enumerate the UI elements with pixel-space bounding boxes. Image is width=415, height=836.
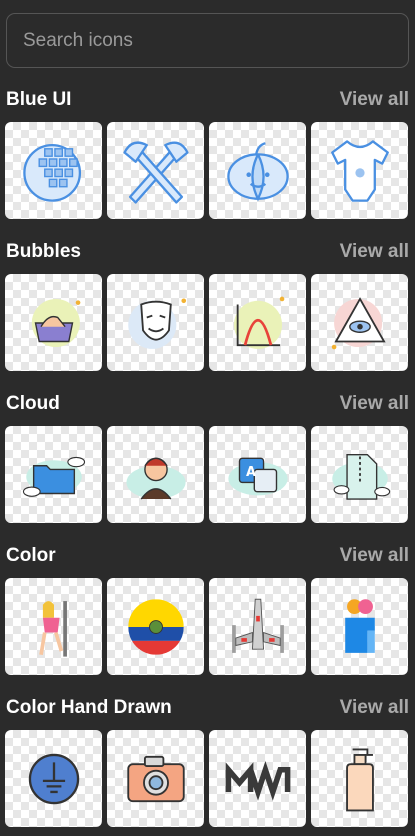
icon-tile[interactable] [5,274,102,371]
translate-cloud-icon: A [227,457,288,495]
section-title: Blue UI [6,89,72,110]
woman-avatar-cloud-icon [125,457,186,499]
svg-text:A: A [245,464,255,479]
view-all-link[interactable]: View all [340,241,409,263]
icon-tile[interactable] [311,730,408,827]
eye-pyramid-icon [331,296,386,349]
pumpkin-icon [226,141,289,201]
ecuador-flag-icon [127,598,184,655]
modern-warfare-logo-icon [225,760,290,801]
section-title: Cloud [6,393,60,414]
icon-tile[interactable] [5,122,102,219]
camera-icon [126,755,185,802]
icon-tile[interactable] [209,274,306,371]
icon-tile[interactable] [107,122,204,219]
anonymous-mask-icon [127,297,186,349]
view-all-link[interactable]: View all [340,545,409,567]
blockchain-globe-icon [22,143,81,202]
crossed-axes-icon [122,141,189,204]
baby-onesie-icon [330,139,389,202]
view-all-link[interactable]: View all [340,393,409,415]
bell-curve-chart-icon [233,296,284,349]
search-input[interactable] [23,29,408,52]
icon-tile[interactable] [311,426,408,523]
icon-tile[interactable] [5,578,102,675]
user-profile-icon [344,598,375,653]
icon-tile[interactable] [5,730,102,827]
icon-set-section: Color View all [0,541,415,681]
icon-tile[interactable] [209,578,306,675]
icon-tile[interactable] [107,426,204,523]
view-all-link[interactable]: View all [340,697,409,719]
icon-tile[interactable] [311,274,408,371]
pole-dancer-icon [38,600,67,657]
icon-tile[interactable] [311,122,408,219]
icon-tile[interactable] [311,578,408,675]
icon-set-section: Cloud View all A [0,389,415,529]
folder-cloud-icon [22,456,85,497]
icon-set-section: Blue UI View all [0,85,415,225]
hand-washing-icon [31,298,80,347]
x-wing-starfighter-icon [231,598,284,653]
icon-tile[interactable] [209,730,306,827]
icon-tile[interactable] [107,578,204,675]
icon-tile[interactable] [5,426,102,523]
icon-tile[interactable] [107,274,204,371]
icon-set-section: Bubbles View all [0,237,415,377]
section-title: Color [6,545,56,566]
icon-tile[interactable]: A [209,426,306,523]
lotion-bottle-icon [345,747,374,811]
section-title: Color Hand Drawn [6,697,172,718]
section-title: Bubbles [6,241,81,262]
earth-ground-symbol-icon [28,753,79,804]
icon-set-section: Color Hand Drawn View all [0,693,415,836]
search-field[interactable] [6,13,409,68]
icon-tile[interactable] [107,730,204,827]
zip-file-cloud-icon [331,453,390,500]
view-all-link[interactable]: View all [340,89,409,111]
icon-tile[interactable] [209,122,306,219]
